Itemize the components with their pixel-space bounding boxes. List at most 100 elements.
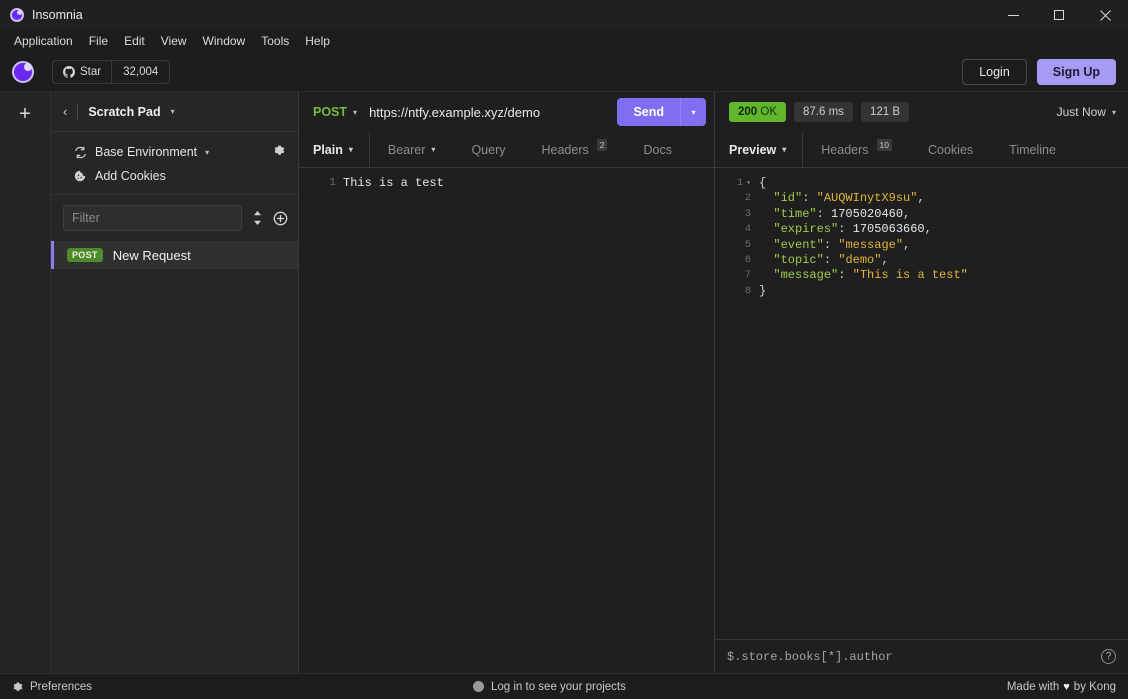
environment-selector[interactable]: Base Environment ▾ <box>51 140 298 164</box>
tab-headers-badge: 2 <box>596 138 608 151</box>
request-pane: POST ▾ https://ntfy.example.xyz/demo Sen… <box>299 92 715 673</box>
filter-input[interactable] <box>63 205 242 231</box>
add-cookies-row[interactable]: Add Cookies <box>51 164 298 188</box>
title-bar: Insomnia <box>0 0 1128 30</box>
chevron-down-icon: ▾ <box>353 107 358 117</box>
response-body-viewer[interactable]: 1 ▾ 2 3 4 5 6 7 8 { "id": "AUQWInytX9su",… <box>715 168 1128 639</box>
request-body-text[interactable]: This is a test <box>343 168 714 673</box>
title-bar-left: Insomnia <box>0 8 83 22</box>
account-bar: Star 32,004 Login Sign Up <box>0 52 1128 92</box>
gutter-line: 1 ▾ <box>715 176 751 191</box>
request-body-editor[interactable]: 1 This is a test <box>299 168 714 673</box>
tab-body[interactable]: Plain ▾ <box>299 132 370 167</box>
tab-auth-label: Bearer <box>387 142 426 157</box>
response-status-row: 200 OK 87.6 ms 121 B Just Now ▾ <box>715 92 1128 132</box>
github-star-count: 32,004 <box>111 60 169 83</box>
environment-label: Base Environment <box>95 145 198 159</box>
jsonpath-filter-input[interactable] <box>727 649 1101 664</box>
workspace-name[interactable]: Scratch Pad <box>88 105 160 119</box>
send-button-group: Send ▾ <box>617 98 706 126</box>
menu-item-edit[interactable]: Edit <box>116 31 153 51</box>
url-input[interactable]: https://ntfy.example.xyz/demo <box>363 105 611 120</box>
request-method-badge: POST <box>67 248 103 262</box>
tab-body-label: Plain <box>313 142 343 157</box>
fold-arrow-icon[interactable]: ▾ <box>746 179 751 188</box>
maximize-icon[interactable] <box>1036 0 1082 30</box>
json-value-topic: demo <box>845 253 875 268</box>
github-star-button[interactable]: Star 32,004 <box>52 59 171 84</box>
environment-section: Base Environment ▾ Add Cookies <box>51 132 298 195</box>
json-value-expires: 1705063660 <box>852 222 925 237</box>
tab-timeline[interactable]: Timeline <box>991 132 1074 167</box>
menu-item-tools[interactable]: Tools <box>253 31 297 51</box>
header-divider <box>77 103 79 120</box>
window-controls <box>990 0 1128 30</box>
insomnia-avatar-icon[interactable] <box>12 60 34 83</box>
request-method: POST <box>313 105 348 119</box>
tab-headers[interactable]: Headers 2 <box>523 132 625 167</box>
chevron-down-icon: ▾ <box>205 147 210 157</box>
menu-item-view[interactable]: View <box>153 31 195 51</box>
list-item[interactable]: POST New Request <box>51 241 298 269</box>
gutter-line: 8 <box>744 284 751 297</box>
json-value-id: AUQWInytX9su <box>823 191 911 206</box>
chevron-down-icon[interactable]: ▾ <box>171 107 175 116</box>
tab-query[interactable]: Query <box>453 132 523 167</box>
send-options-chevron-down-icon[interactable]: ▾ <box>680 98 706 126</box>
response-json[interactable]: { "id": "AUQWInytX9su", "time": 17050204… <box>755 168 1128 639</box>
gutter-line: 6 <box>744 254 751 267</box>
tab-response-headers-label: Headers <box>821 142 869 157</box>
sort-icon[interactable] <box>252 211 263 225</box>
tab-docs[interactable]: Docs <box>625 132 689 167</box>
menu-bar: Application File Edit View Window Tools … <box>0 30 1128 52</box>
cookie-icon <box>73 170 87 182</box>
github-icon <box>63 65 75 78</box>
response-filter-bar: ? <box>715 639 1128 673</box>
request-list: POST New Request <box>51 241 298 673</box>
gutter-line: 3 <box>744 207 751 220</box>
gear-icon[interactable] <box>273 144 286 160</box>
tab-timeline-label: Timeline <box>1009 142 1056 157</box>
made-with-love: Made with ♥ by Kong <box>1007 681 1116 693</box>
gear-icon <box>13 682 23 691</box>
url-bar: POST ▾ https://ntfy.example.xyz/demo Sen… <box>299 92 714 132</box>
gutter-line: 5 <box>744 238 751 251</box>
response-pane: 200 OK 87.6 ms 121 B Just Now ▾ Preview … <box>715 92 1128 673</box>
add-cookies-label: Add Cookies <box>95 169 166 183</box>
status-badge[interactable]: 200 OK <box>729 102 787 122</box>
response-history-dropdown[interactable]: Just Now ▾ <box>1057 105 1116 119</box>
minimize-icon[interactable] <box>990 0 1036 30</box>
github-star-label: Star <box>80 65 102 78</box>
gutter-num: 1 <box>736 177 744 189</box>
preferences-button[interactable]: Preferences <box>12 681 92 693</box>
status-dot-icon <box>472 681 484 692</box>
response-history-label: Just Now <box>1056 105 1106 119</box>
menu-item-window[interactable]: Window <box>195 31 254 51</box>
login-status[interactable]: Log in to see your projects <box>472 681 626 693</box>
login-button[interactable]: Login <box>962 58 1027 85</box>
status-bar: Preferences Log in to see your projects … <box>0 673 1128 699</box>
tab-preview[interactable]: Preview ▾ <box>715 132 804 167</box>
github-star-left: Star <box>53 61 111 83</box>
plus-icon[interactable]: + <box>13 102 37 126</box>
response-tab-bar: Preview ▾ Headers 10 Cookies Timeline <box>715 132 1128 168</box>
close-icon[interactable] <box>1082 0 1128 30</box>
window-title: Insomnia <box>32 8 83 22</box>
tab-headers-label: Headers <box>541 142 589 157</box>
status-text: OK <box>760 106 778 118</box>
json-value-time: 1705020460 <box>831 206 904 221</box>
question-mark-icon[interactable]: ? <box>1101 649 1116 664</box>
menu-item-file[interactable]: File <box>81 31 116 51</box>
tab-response-headers[interactable]: Headers 10 <box>803 132 910 167</box>
plus-circle-icon[interactable] <box>273 211 288 226</box>
send-button[interactable]: Send <box>617 98 680 126</box>
signup-button[interactable]: Sign Up <box>1036 58 1116 85</box>
menu-item-help[interactable]: Help <box>297 31 338 51</box>
tab-response-cookies[interactable]: Cookies <box>910 132 991 167</box>
menu-item-application[interactable]: Application <box>6 31 81 51</box>
tab-response-cookies-label: Cookies <box>928 142 974 157</box>
sidebar-filter-row <box>51 195 298 241</box>
method-selector[interactable]: POST ▾ <box>313 105 357 119</box>
chevron-left-icon[interactable]: ‹ <box>63 104 67 119</box>
tab-auth[interactable]: Bearer ▾ <box>370 132 454 167</box>
